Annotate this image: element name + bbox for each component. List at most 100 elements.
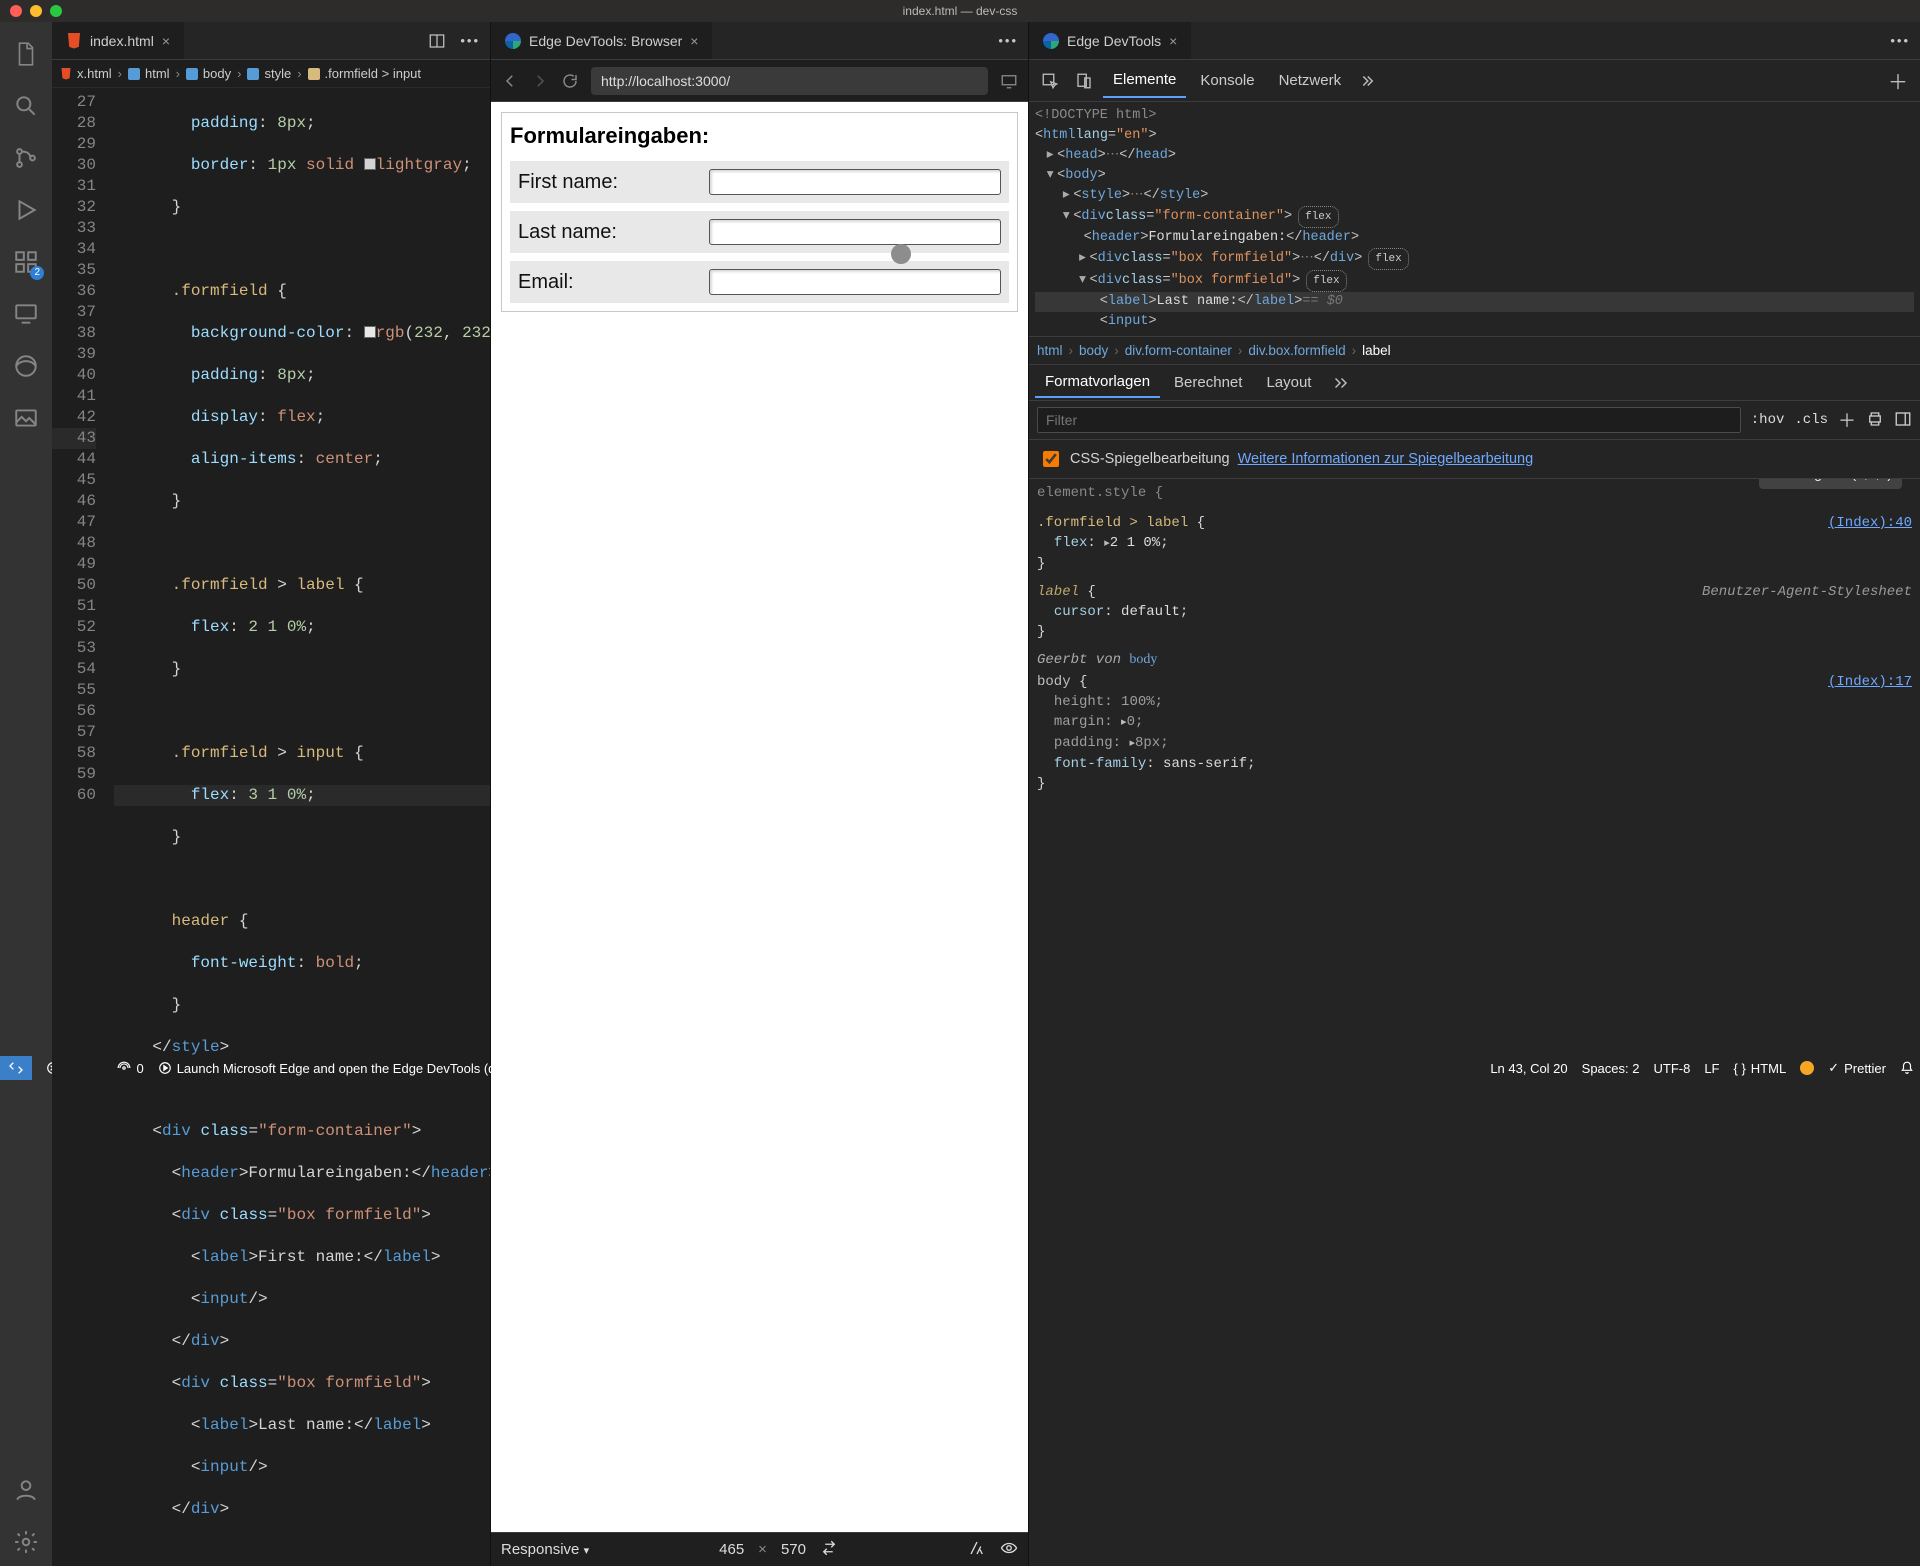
resize-handle-icon[interactable] bbox=[891, 244, 911, 264]
close-icon[interactable]: × bbox=[162, 33, 170, 49]
devtools-tab[interactable]: Edge DevTools × bbox=[1029, 22, 1191, 59]
forward-icon[interactable] bbox=[531, 72, 549, 90]
label-last: Last name: bbox=[518, 221, 709, 244]
vision-emulation-icon[interactable] bbox=[1000, 1539, 1018, 1561]
cls-toggle[interactable]: .cls bbox=[1794, 412, 1828, 428]
split-editor-icon[interactable] bbox=[428, 32, 446, 50]
tab-label: index.html bbox=[90, 33, 154, 49]
page-preview[interactable]: Formulareingaben: First name: Last name:… bbox=[491, 102, 1028, 1532]
breadcrumb-file: x.html bbox=[77, 66, 112, 81]
code-editor[interactable]: 2728293031323334353637383940414243444546… bbox=[52, 88, 490, 1566]
traffic-lights bbox=[0, 5, 62, 17]
close-window-button[interactable] bbox=[10, 5, 22, 17]
breadcrumbs[interactable]: x.html › html › body › style › .formfiel… bbox=[52, 60, 490, 88]
css-mirror-link[interactable]: Weitere Informationen zur Spiegelbearbei… bbox=[1238, 451, 1534, 467]
extensions-badge: 2 bbox=[30, 266, 44, 280]
browser-pane: Edge DevTools: Browser × ••• Formularein… bbox=[490, 22, 1028, 1566]
styles-rules[interactable]: Genauigkeit: (0,1,1) element.style { (In… bbox=[1029, 479, 1920, 1566]
hov-toggle[interactable]: :hov bbox=[1751, 412, 1785, 428]
css-mirror-checkbox[interactable] bbox=[1043, 451, 1059, 467]
tab-network[interactable]: Netzwerk bbox=[1269, 64, 1352, 97]
device-toggle-icon[interactable] bbox=[1069, 66, 1099, 96]
run-debug-icon[interactable] bbox=[2, 186, 50, 234]
label-first: First name: bbox=[518, 171, 709, 194]
html-file-icon bbox=[60, 68, 72, 80]
remote-explorer-icon[interactable] bbox=[2, 290, 50, 338]
html-file-icon bbox=[66, 33, 82, 49]
formfield-last: Last name: bbox=[510, 211, 1009, 253]
rule-source-link[interactable]: (Index):40 bbox=[1828, 513, 1912, 533]
close-icon[interactable]: × bbox=[1169, 33, 1177, 49]
tag-icon bbox=[247, 68, 259, 80]
inspect-element-icon[interactable] bbox=[1035, 66, 1065, 96]
extensions-icon[interactable]: 2 bbox=[2, 238, 50, 286]
tab-console[interactable]: Konsole bbox=[1190, 64, 1264, 97]
explorer-icon[interactable] bbox=[2, 30, 50, 78]
form-title: Formulareingaben: bbox=[510, 121, 1009, 153]
editor-pane: index.html × ••• x.html › html › body › … bbox=[52, 22, 490, 1566]
back-icon[interactable] bbox=[501, 72, 519, 90]
print-media-icon[interactable] bbox=[1866, 410, 1884, 431]
viewport-width[interactable]: 465 bbox=[719, 1541, 744, 1558]
reload-icon[interactable] bbox=[561, 72, 579, 90]
device-mode-dropdown[interactable]: Responsive ▾ bbox=[501, 1541, 589, 1558]
tab-elements[interactable]: Elemente bbox=[1103, 63, 1186, 98]
browser-tab[interactable]: Edge DevTools: Browser × bbox=[491, 22, 712, 59]
url-input[interactable] bbox=[591, 67, 988, 95]
rule-source-link[interactable]: (Index):17 bbox=[1828, 672, 1912, 692]
dom-breadcrumbs[interactable]: html› body› div.form-container› div.box.… bbox=[1029, 336, 1920, 365]
form-container: Formulareingaben: First name: Last name:… bbox=[501, 112, 1018, 312]
more-styles-icon[interactable] bbox=[1325, 368, 1355, 398]
css-overview-icon[interactable] bbox=[968, 1539, 986, 1561]
editor-tab-row: index.html × ••• bbox=[52, 22, 490, 60]
close-icon[interactable]: × bbox=[690, 33, 698, 49]
breadcrumb-html: html bbox=[145, 66, 170, 81]
input-last[interactable] bbox=[709, 219, 1001, 245]
css-mirror-row: CSS-Spiegelbearbeitung Weitere Informati… bbox=[1029, 440, 1920, 479]
account-icon[interactable] bbox=[2, 1466, 50, 1514]
dom-tree[interactable]: <!DOCTYPE html> <html lang="en"> ▸<head>… bbox=[1029, 102, 1920, 336]
new-style-rule-icon[interactable]: ＋ bbox=[1838, 407, 1856, 433]
edge-tools-icon[interactable] bbox=[2, 342, 50, 390]
browser-toolbar bbox=[491, 60, 1028, 102]
formfield-email: Email: bbox=[510, 261, 1009, 303]
more-tabs-icon[interactable] bbox=[1355, 66, 1385, 96]
tab-computed[interactable]: Berechnet bbox=[1164, 368, 1252, 397]
flex-badge[interactable]: flex bbox=[1306, 270, 1346, 292]
toggle-sidebar-icon[interactable] bbox=[1894, 410, 1912, 431]
remote-indicator[interactable] bbox=[0, 1056, 32, 1080]
swap-dimensions-icon[interactable] bbox=[820, 1539, 838, 1561]
flex-badge[interactable]: flex bbox=[1368, 248, 1408, 270]
settings-gear-icon[interactable] bbox=[2, 1518, 50, 1566]
tab-styles[interactable]: Formatvorlagen bbox=[1035, 367, 1160, 398]
flex-badge[interactable]: flex bbox=[1298, 206, 1338, 228]
styles-filter-input[interactable] bbox=[1037, 407, 1741, 433]
window-title: index.html — dev-css bbox=[0, 4, 1920, 18]
more-icon[interactable]: ••• bbox=[460, 33, 480, 48]
source-control-icon[interactable] bbox=[2, 134, 50, 182]
css-selector-icon bbox=[308, 68, 320, 80]
screencast-icon[interactable] bbox=[1000, 72, 1018, 90]
devtools-pane: Edge DevTools × ••• Elemente Konsole Net… bbox=[1028, 22, 1920, 1566]
editor-tab-index[interactable]: index.html × bbox=[52, 22, 184, 59]
new-tab-icon[interactable]: ＋ bbox=[1882, 60, 1914, 101]
image-preview-icon[interactable] bbox=[2, 394, 50, 442]
more-icon[interactable]: ••• bbox=[998, 33, 1018, 48]
tab-layout[interactable]: Layout bbox=[1256, 368, 1321, 397]
tab-label: Edge DevTools bbox=[1067, 33, 1161, 49]
minimize-window-button[interactable] bbox=[30, 5, 42, 17]
zoom-window-button[interactable] bbox=[50, 5, 62, 17]
more-icon[interactable]: ••• bbox=[1890, 33, 1910, 48]
ua-stylesheet-label: Benutzer-Agent-Stylesheet bbox=[1702, 582, 1912, 602]
viewport-height[interactable]: 570 bbox=[781, 1541, 806, 1558]
line-gutter: 2728293031323334353637383940414243444546… bbox=[52, 88, 114, 1566]
tag-icon bbox=[128, 68, 140, 80]
tab-label: Edge DevTools: Browser bbox=[529, 33, 682, 49]
input-email[interactable] bbox=[709, 269, 1001, 295]
css-mirror-label: CSS-Spiegelbearbeitung bbox=[1070, 451, 1230, 467]
dimension-x-icon: × bbox=[758, 1541, 767, 1558]
search-icon[interactable] bbox=[2, 82, 50, 130]
input-first[interactable] bbox=[709, 169, 1001, 195]
styles-filter-row: :hov .cls ＋ bbox=[1029, 401, 1920, 440]
label-email: Email: bbox=[518, 271, 709, 294]
